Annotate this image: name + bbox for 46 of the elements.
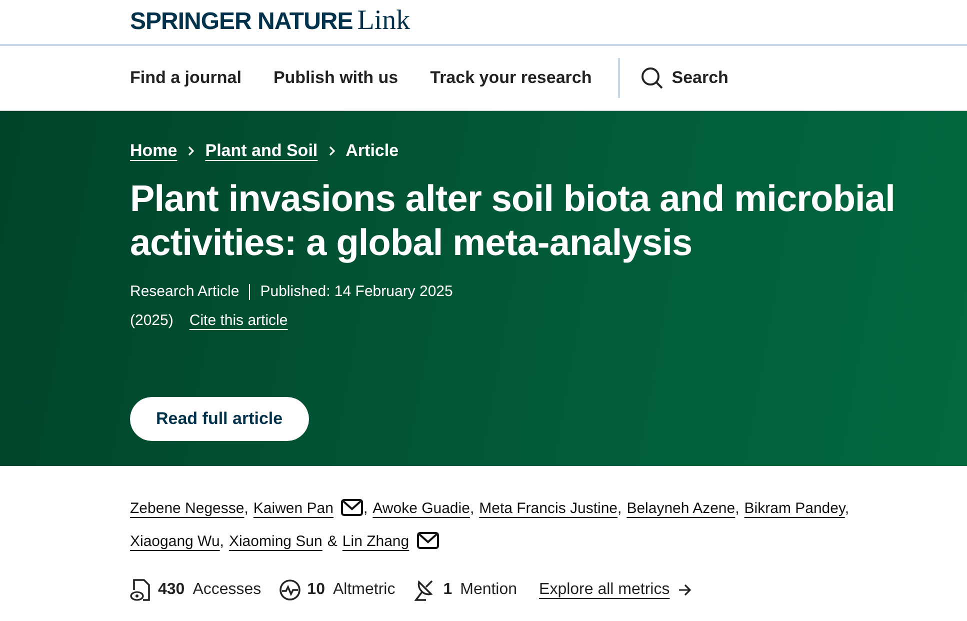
chevron-icon bbox=[328, 145, 336, 157]
breadcrumb-link[interactable]: Plant and Soil bbox=[205, 141, 318, 161]
metric-label: Accesses bbox=[192, 581, 262, 599]
author-separator: , bbox=[244, 500, 248, 517]
published-date: Published: 14 February 2025 bbox=[260, 283, 453, 300]
author-separator: , bbox=[220, 533, 224, 550]
email-icon[interactable] bbox=[341, 499, 364, 516]
author-link[interactable]: Zebene Negesse bbox=[130, 500, 244, 517]
metric-value: 10 bbox=[307, 581, 325, 599]
logo[interactable]: SPRINGER NATURE Link bbox=[130, 6, 410, 40]
arrow-right-icon bbox=[678, 584, 692, 596]
author-link[interactable]: Xiaoming Sun bbox=[228, 533, 322, 550]
search-button[interactable]: Search bbox=[640, 66, 728, 90]
explore-metrics-link[interactable]: Explore all metrics bbox=[539, 581, 692, 599]
author-separator: , bbox=[618, 500, 622, 517]
article-title: Plant invasions alter soil biota and microbial activities: a global meta-analysis bbox=[130, 177, 896, 265]
cite-link[interactable]: Cite this article bbox=[189, 312, 288, 329]
author-link[interactable]: Awoke Guadie bbox=[372, 500, 470, 517]
breadcrumb-link[interactable]: Home bbox=[130, 141, 178, 161]
author-link[interactable]: Lin Zhang bbox=[342, 533, 410, 550]
article-year: (2025) bbox=[130, 312, 174, 329]
nav-link[interactable]: Publish with us bbox=[273, 68, 398, 88]
author-link[interactable]: Meta Francis Justine bbox=[479, 500, 618, 517]
email-icon[interactable] bbox=[417, 532, 440, 549]
document-eye-icon bbox=[130, 578, 152, 602]
metric-value: 430 bbox=[158, 581, 185, 599]
pulse-icon bbox=[279, 579, 302, 601]
author-separator: , bbox=[735, 500, 740, 517]
author-link[interactable]: Kaiwen Pan bbox=[253, 500, 334, 517]
nav-link[interactable]: Track your research bbox=[430, 68, 592, 88]
author-link[interactable]: Bikram Pandey bbox=[744, 500, 845, 517]
author-separator: , bbox=[844, 500, 850, 517]
author-separator: , bbox=[470, 500, 474, 517]
author-link[interactable]: Xiaogang Wu bbox=[130, 533, 220, 550]
author-separator: & bbox=[327, 533, 338, 550]
breadcrumb-current: Article bbox=[346, 141, 399, 161]
metric-label: Mention bbox=[460, 581, 518, 599]
article-type: Research Article bbox=[130, 283, 240, 300]
chevron-icon bbox=[187, 145, 196, 157]
metric-label: Altmetric bbox=[332, 581, 396, 599]
read-article-button[interactable]: Read full article bbox=[130, 397, 309, 441]
author-separator: , bbox=[363, 500, 368, 517]
metric-value: 1 bbox=[443, 581, 452, 599]
nav-link[interactable]: Find a journal bbox=[130, 68, 242, 88]
search-icon bbox=[640, 66, 664, 90]
author-link[interactable]: Belayneh Azene bbox=[626, 500, 736, 517]
